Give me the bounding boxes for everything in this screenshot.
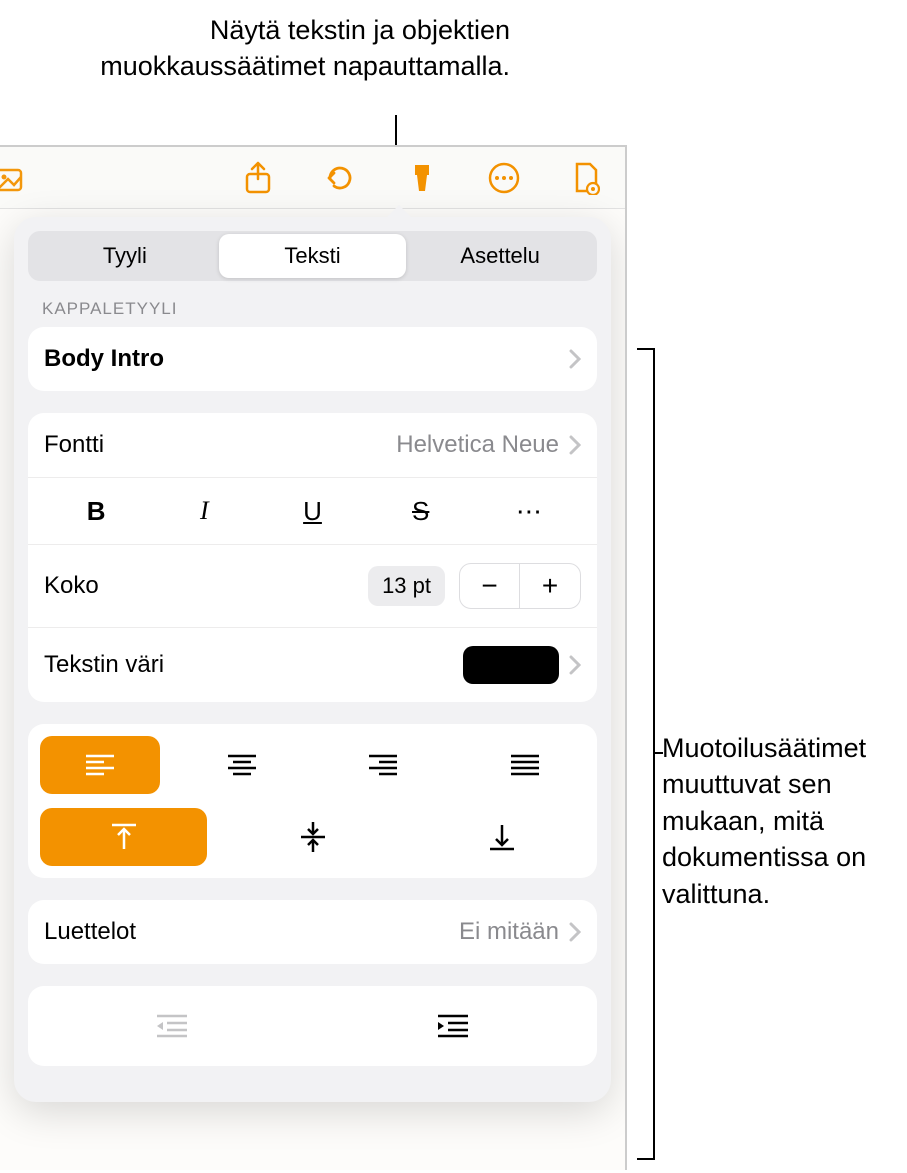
size-increase-button[interactable]: +: [520, 564, 580, 608]
chevron-right-icon: [569, 349, 581, 369]
size-row: Koko 13 pt − +: [28, 545, 597, 628]
paragraph-style-card: Body Intro: [28, 327, 597, 391]
underline-button[interactable]: U: [258, 488, 366, 534]
document-icon[interactable]: [569, 161, 603, 195]
media-icon[interactable]: [0, 161, 30, 195]
valign-middle-button[interactable]: [229, 808, 396, 866]
tab-text[interactable]: Teksti: [219, 234, 407, 278]
font-card: Fontti Helvetica Neue B I U S ⋯ Koko 13 …: [28, 413, 597, 702]
text-style-row: B I U S ⋯: [28, 478, 597, 545]
indent-button[interactable]: [324, 1000, 584, 1052]
font-row[interactable]: Fontti Helvetica Neue: [28, 413, 597, 478]
tab-layout[interactable]: Asettelu: [406, 234, 594, 278]
device-frame: Tyyli Teksti Asettelu KAPPALETYYLI Body …: [0, 145, 627, 1170]
align-right-button[interactable]: [324, 736, 444, 794]
alignment-card: [28, 724, 597, 878]
format-tabs: Tyyli Teksti Asettelu: [28, 231, 597, 281]
chevron-right-icon: [569, 435, 581, 455]
more-text-options-button[interactable]: ⋯: [475, 488, 583, 534]
align-justify-button[interactable]: [465, 736, 585, 794]
share-icon[interactable]: [241, 161, 275, 195]
lists-row[interactable]: Luettelot Ei mitään: [28, 900, 597, 964]
align-center-button[interactable]: [182, 736, 302, 794]
bold-button[interactable]: B: [42, 488, 150, 534]
size-decrease-button[interactable]: −: [460, 564, 520, 608]
undo-icon[interactable]: [323, 161, 357, 195]
align-left-button[interactable]: [40, 736, 160, 794]
tab-style[interactable]: Tyyli: [31, 234, 219, 278]
lists-card: Luettelot Ei mitään: [28, 900, 597, 964]
valign-bottom-button[interactable]: [418, 808, 585, 866]
callout-right-text: Muotoilusäätimet muuttuvat sen mukaan, m…: [662, 730, 897, 912]
lists-label: Luettelot: [44, 918, 136, 946]
callout-right-bracket: [637, 348, 655, 1160]
size-stepper: − +: [459, 563, 581, 609]
font-value: Helvetica Neue: [396, 431, 559, 459]
valign-top-button[interactable]: [40, 808, 207, 866]
indent-card: [28, 986, 597, 1066]
chevron-right-icon: [569, 922, 581, 942]
paragraph-style-header: KAPPALETYYLI: [42, 299, 597, 319]
size-value[interactable]: 13 pt: [368, 566, 445, 606]
callout-right-stem: [655, 752, 663, 754]
lists-value: Ei mitään: [459, 918, 559, 946]
more-icon[interactable]: [487, 161, 521, 195]
italic-button[interactable]: I: [150, 488, 258, 534]
format-brush-icon[interactable]: [405, 161, 439, 195]
callout-top-text: Näytä tekstin ja objektien muokkaussääti…: [90, 12, 510, 85]
format-popover: Tyyli Teksti Asettelu KAPPALETYYLI Body …: [14, 217, 611, 1102]
text-color-label: Tekstin väri: [44, 651, 164, 679]
app-toolbar: [0, 147, 625, 209]
outdent-button[interactable]: [42, 1000, 302, 1052]
paragraph-style-row[interactable]: Body Intro: [28, 327, 597, 391]
text-color-swatch: [463, 646, 559, 684]
size-label: Koko: [44, 572, 99, 600]
strikethrough-button[interactable]: S: [367, 488, 475, 534]
chevron-right-icon: [569, 655, 581, 675]
font-label: Fontti: [44, 431, 104, 459]
text-color-row[interactable]: Tekstin väri: [28, 628, 597, 702]
paragraph-style-value: Body Intro: [44, 345, 164, 373]
